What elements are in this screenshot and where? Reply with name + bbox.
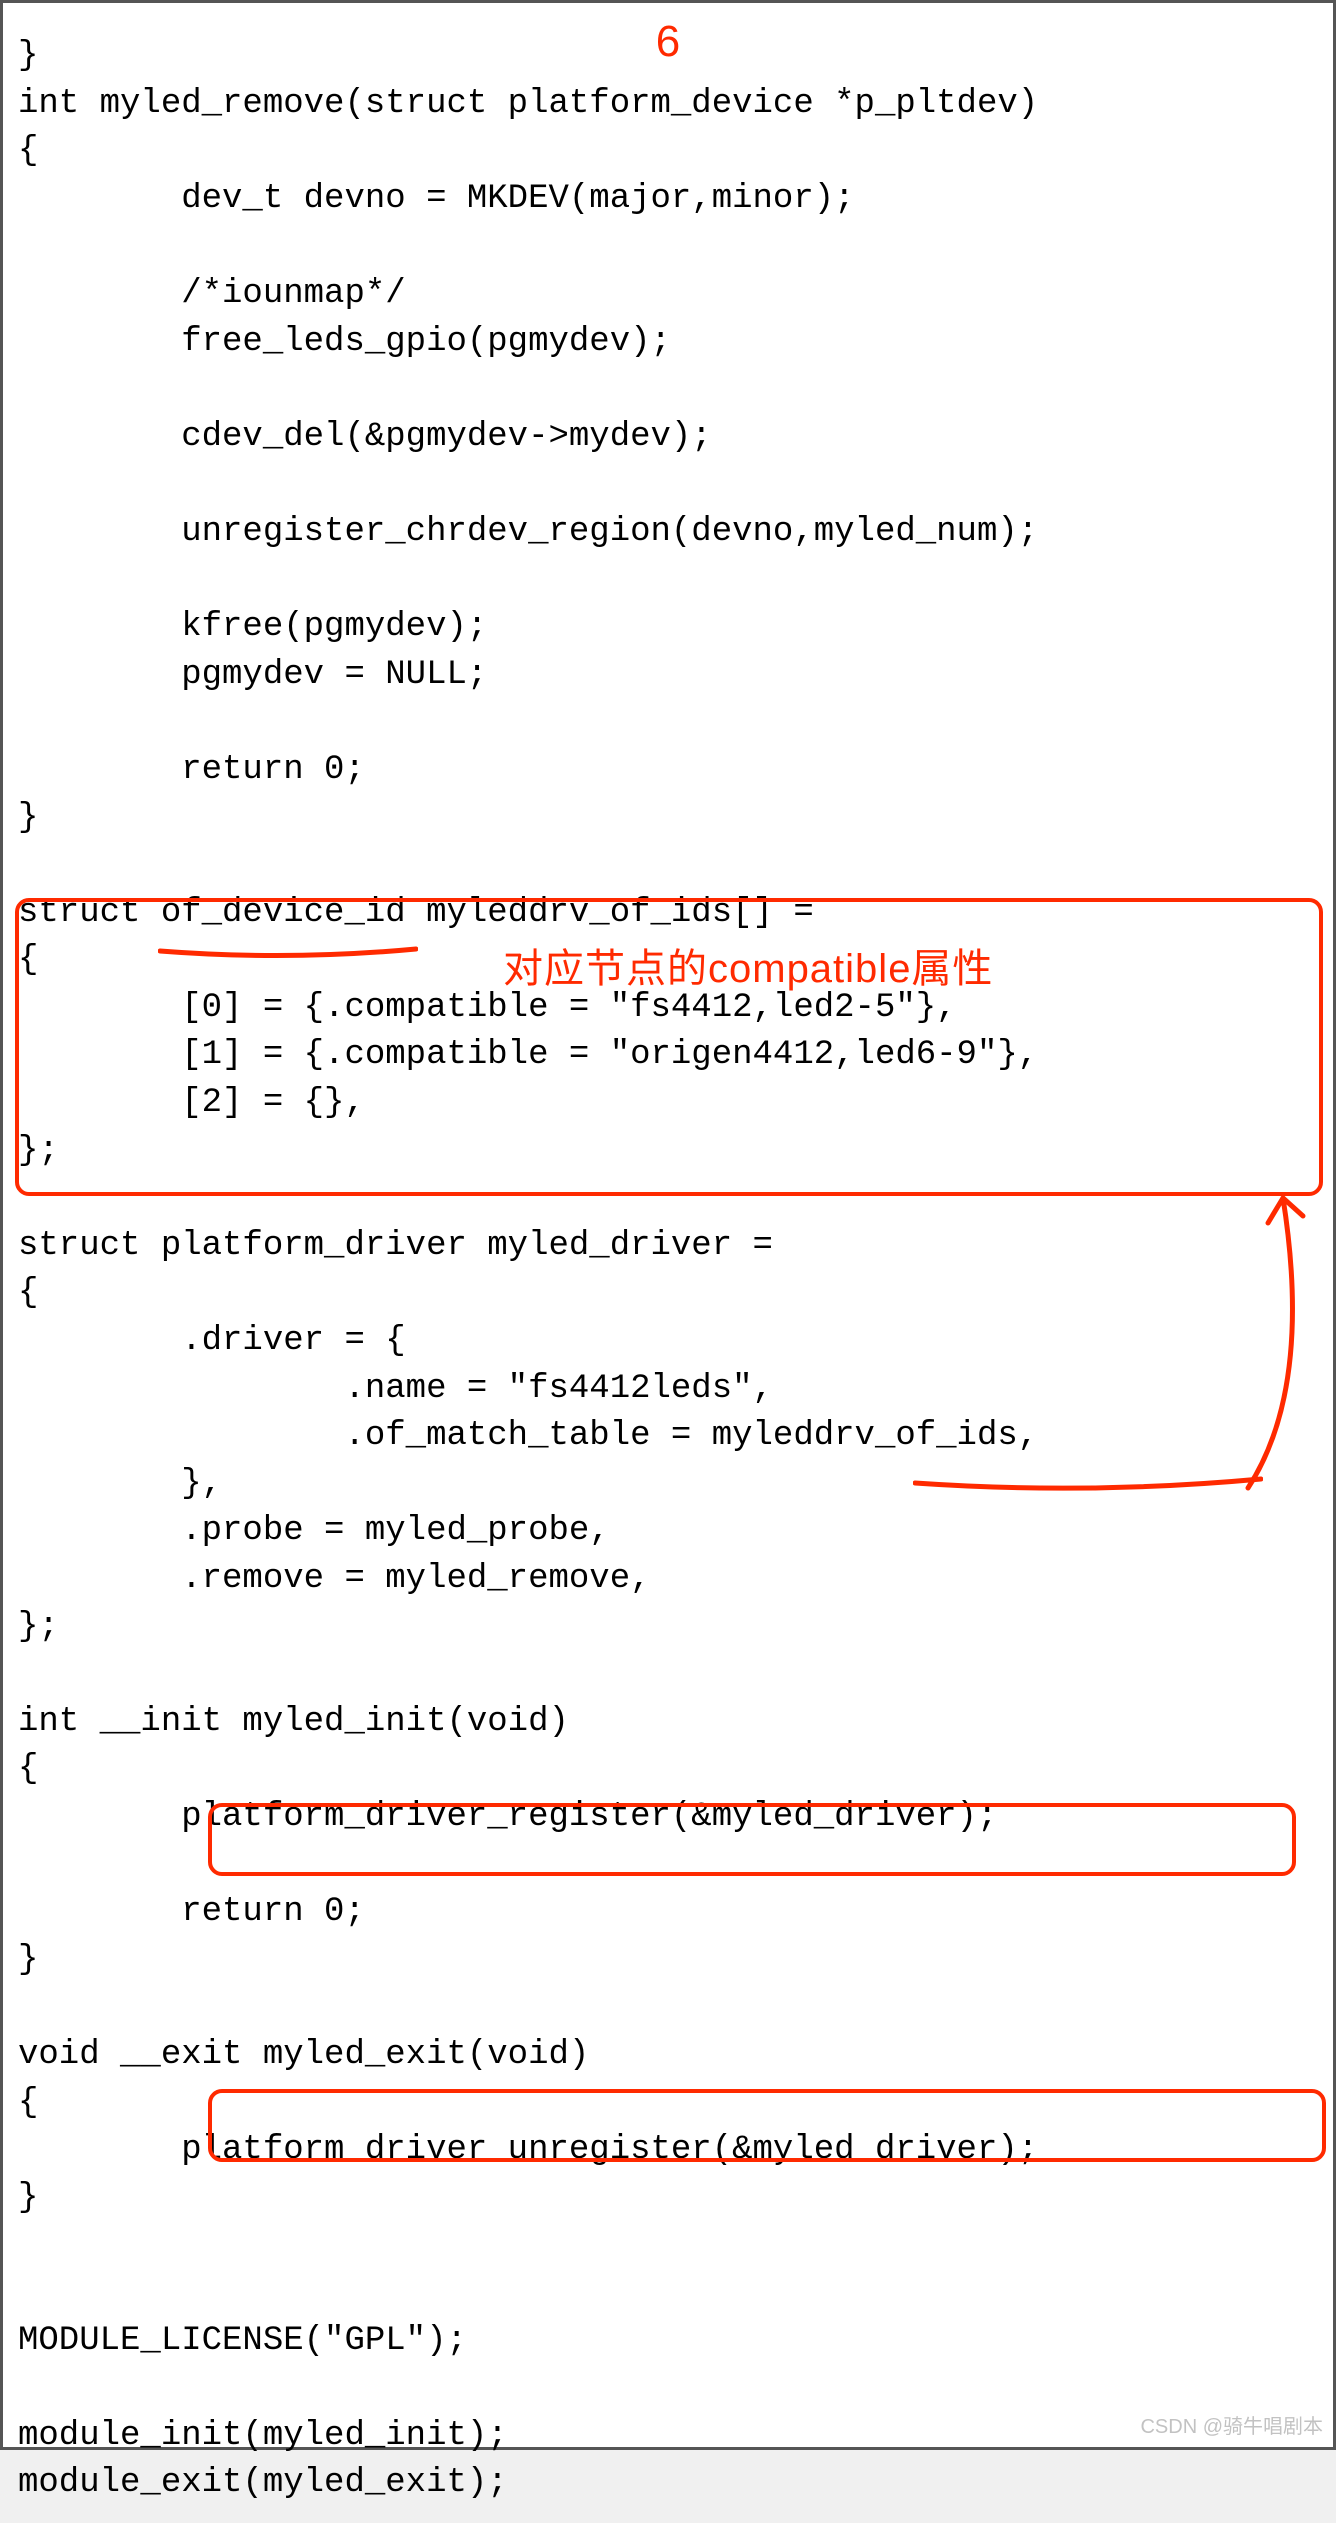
code-page: 6 } int myled_remove(struct platform_dev…	[0, 0, 1336, 2450]
watermark: CSDN @骑牛唱剧本	[1140, 2413, 1323, 2441]
code-block: } int myled_remove(struct platform_devic…	[3, 3, 1333, 2523]
annotation-compatible-label: 对应节点的compatible属性	[503, 941, 993, 997]
annotation-number: 6	[656, 11, 680, 73]
